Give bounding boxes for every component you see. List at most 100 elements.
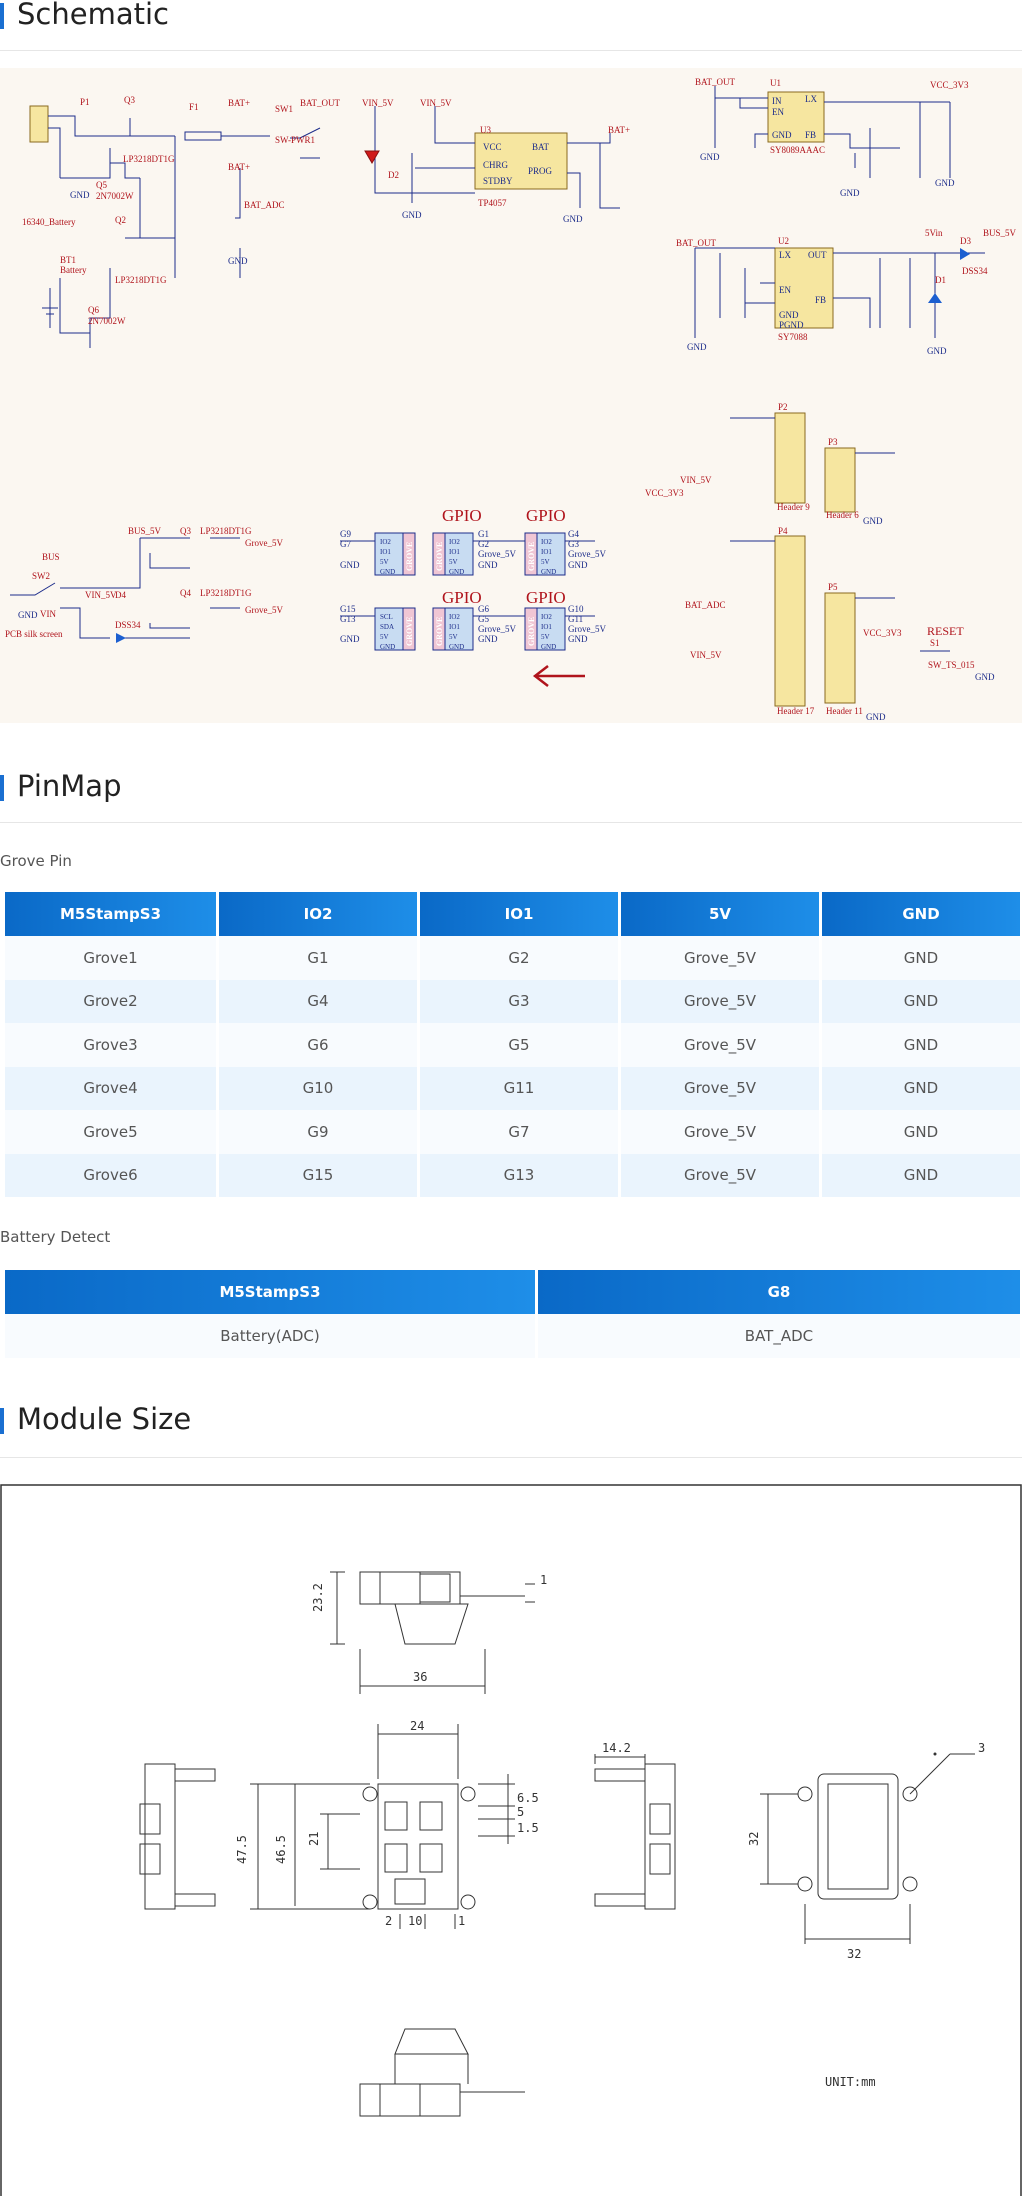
dim-5: 5: [517, 1805, 524, 1819]
sch-label-lp3218-c: LP3218DT1G: [200, 526, 252, 536]
sch-label-p4: P4: [778, 526, 788, 536]
sch-label-vcc: VCC: [483, 142, 502, 152]
grove-pin-caption: Grove Pin: [0, 852, 72, 870]
table-header-cell: GND: [821, 892, 1020, 936]
sch-label-u3: U3: [480, 125, 491, 135]
sch-label-g5: G5: [478, 614, 489, 624]
sch-label-5vin: 5Vin: [925, 228, 943, 238]
sch-pin-gnd-d: GND: [380, 643, 395, 651]
sch-label-2n7002w-b: 2N7002W: [88, 316, 126, 326]
sch-label-fb: FB: [805, 130, 816, 140]
table-row: Grove5 G9 G7 Grove_5V GND: [4, 1110, 1020, 1154]
sch-label-header9: Header 9: [777, 502, 810, 512]
sch-gpio-label-b: GPIO: [526, 506, 566, 525]
sch-gpio-label-a: GPIO: [442, 506, 482, 525]
sch-label-s1: S1: [930, 638, 940, 648]
sch-label-u2: U2: [778, 236, 789, 246]
sch-pin-io1-e: IO1: [449, 623, 460, 631]
pinmap-title: PinMap: [17, 769, 122, 803]
table-cell: G7: [419, 1110, 618, 1154]
sch-label-dss34-a: DSS34: [962, 266, 988, 276]
sch-label-grove-5v-a: Grove_5V: [245, 538, 283, 548]
sch-label-dss34-b: DSS34: [115, 620, 141, 630]
sch-label-grove-5v-b: Grove_5V: [245, 605, 283, 615]
dim-1-bottom: 1: [458, 1914, 465, 1928]
table-cell: Grove3: [4, 1023, 216, 1067]
sch-label-bat-adc: BAT_ADC: [244, 200, 285, 210]
sch-label-g15: G15: [340, 604, 356, 614]
sch-label-grove-5v-d: Grove_5V: [568, 549, 606, 559]
sch-label-vin-5v-e: VIN_5V: [680, 475, 712, 485]
sch-label-vcc-3v3: VCC_3V3: [930, 80, 969, 90]
table-cell: Grove_5V: [620, 1110, 819, 1154]
sch-label-bat-adc-b: BAT_ADC: [685, 600, 726, 610]
table-cell: G11: [419, 1066, 618, 1110]
table-cell: GND: [821, 1066, 1020, 1110]
sch-label-gnd-g2: GND: [478, 560, 498, 570]
sch-pin-io2-a: IO2: [380, 538, 391, 546]
sch-label-gnd-h: GND: [935, 178, 955, 188]
table-header-cell: M5StampS3: [4, 1270, 535, 1314]
sch-label-en: EN: [772, 107, 784, 117]
table-cell: Grove4: [4, 1066, 216, 1110]
sch-label-gnd-j: GND: [927, 346, 947, 356]
sch-label-pcb-silk: PCB silk screen: [5, 629, 63, 639]
sch-label-bat-out: BAT_OUT: [300, 98, 341, 108]
table-row: Grove1 G1 G2 Grove_5V GND: [4, 936, 1020, 980]
table-cell: Grove_5V: [620, 979, 819, 1023]
dim-24: 24: [410, 1719, 424, 1733]
table-cell: G15: [218, 1153, 417, 1197]
sch-label-sw2: SW2: [32, 571, 50, 581]
sch-pin-io1-f: IO1: [541, 623, 552, 631]
sch-label-q5: Q5: [96, 180, 107, 190]
table-cell: G2: [419, 936, 618, 980]
table-header-row: M5StampS3 IO2 IO1 5V GND: [4, 892, 1020, 936]
sch-label-d4: D4: [115, 590, 126, 600]
sch-label-vin-5v-a: VIN_5V: [362, 98, 394, 108]
sch-grove-label-e: GROVE: [435, 617, 444, 646]
sch-grove-label-d: GROVE: [405, 617, 414, 646]
table-cell: GND: [821, 1153, 1020, 1197]
table-cell: GND: [821, 979, 1020, 1023]
sch-label-d1: D1: [935, 275, 946, 285]
sch-label-prog: PROG: [528, 166, 553, 176]
sch-label-bt1: BT1: [60, 255, 76, 265]
schematic-divider: [0, 50, 1022, 51]
table-cell: G10: [218, 1066, 417, 1110]
sch-pin-gnd-c: GND: [541, 568, 556, 576]
sch-label-gnd-g1: GND: [340, 560, 360, 570]
sch-label-g10: G10: [568, 604, 584, 614]
sch-label-bus-5v-b: BUS_5V: [128, 526, 162, 536]
sch-reset-label: RESET: [927, 624, 964, 638]
sch-label-p3: P3: [828, 437, 838, 447]
sch-label-g9: G9: [340, 529, 351, 539]
table-cell: Grove_5V: [620, 1023, 819, 1067]
table-header-cell: IO1: [419, 892, 618, 936]
table-cell: Grove1: [4, 936, 216, 980]
sch-label-gnd-d: GND: [402, 210, 422, 220]
heading-accent-bar: [0, 1408, 4, 1434]
sch-pin-5v-f: 5V: [541, 633, 550, 641]
heading-accent-bar: [0, 3, 4, 29]
table-row: Grove6 G15 G13 Grove_5V GND: [4, 1153, 1020, 1197]
sch-label-gnd-u1: GND: [772, 130, 792, 140]
dim-36: 36: [413, 1670, 427, 1684]
sch-label-q4: Q4: [180, 588, 191, 598]
table-cell: GND: [821, 1023, 1020, 1067]
sch-label-header11: Header 11: [826, 706, 863, 716]
dim-32-vertical: 32: [747, 1832, 761, 1846]
unit-label: UNIT:mm: [825, 2075, 876, 2089]
sch-pin-5v-d: 5V: [380, 633, 389, 641]
sch-label-lp3218-d: LP3218DT1G: [200, 588, 252, 598]
sch-label-q2: Q2: [115, 215, 126, 225]
sch-label-p5: P5: [828, 582, 838, 592]
dim-6-5: 6.5: [517, 1791, 539, 1805]
sch-pin-gnd-b: GND: [449, 568, 464, 576]
sch-label-gnd-a: GND: [18, 610, 38, 620]
sch-label-gnd-c: GND: [228, 256, 248, 266]
sch-label-lx: LX: [805, 94, 817, 104]
sch-pin-gnd-e: GND: [449, 643, 464, 651]
sch-label-header17: Header 17: [777, 706, 815, 716]
sch-label-lx-u2: LX: [779, 250, 791, 260]
sch-label-tp4057: TP4057: [478, 198, 507, 208]
